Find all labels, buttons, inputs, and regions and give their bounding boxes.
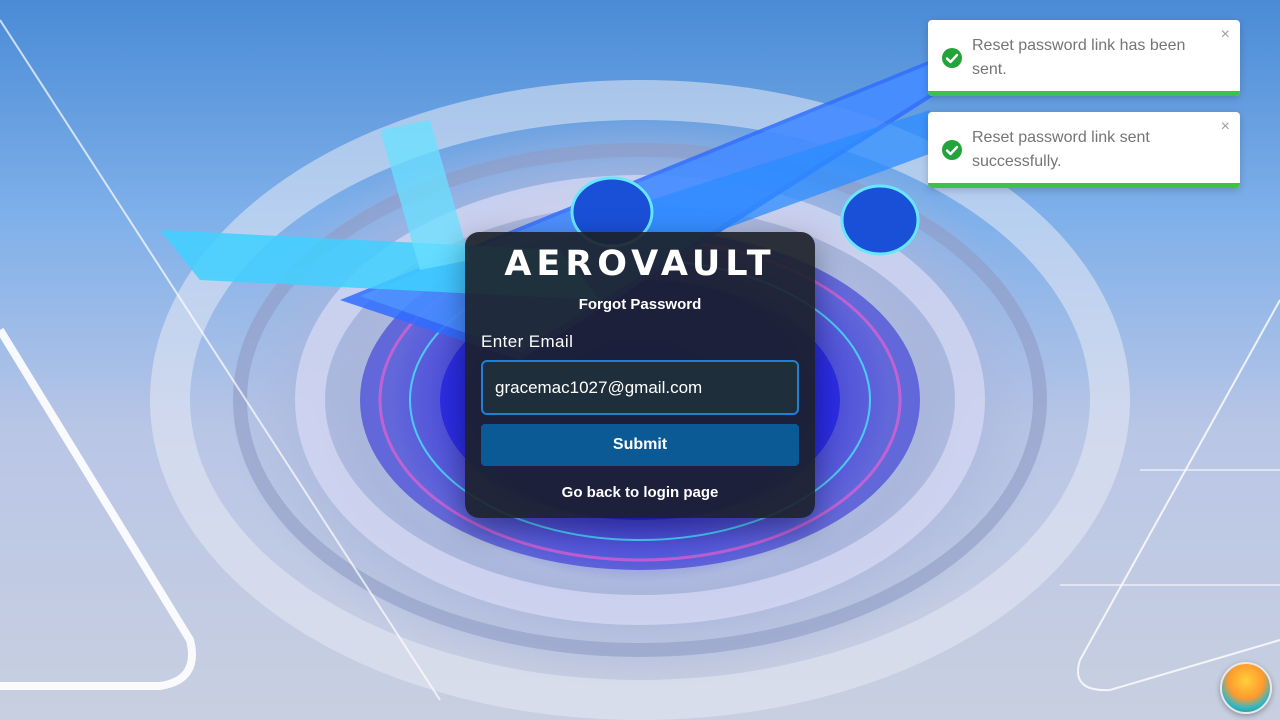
island-avatar-icon[interactable] [1220,662,1272,714]
toast-message: Reset password link sent successfully. [972,129,1150,170]
check-circle-icon [942,48,962,68]
close-icon[interactable]: × [1221,118,1230,136]
back-to-login-link[interactable]: Go back to login page [465,484,815,501]
toast-progress-bar [928,183,1240,188]
aerovault-logo: AEROVAULT [465,246,815,282]
page-title: Forgot Password [578,296,702,313]
submit-button[interactable]: Submit [481,424,799,466]
toast-notification: Reset password link sent successfully. × [928,112,1240,188]
brand-wordmark: AEROVAULT [504,244,776,284]
toast-progress-bar [928,91,1240,96]
forgot-password-card: AEROVAULT Forgot Password Enter Email Su… [465,232,815,518]
toast-message: Reset password link has been sent. [972,37,1186,78]
close-icon[interactable]: × [1221,26,1230,44]
toast-notification: Reset password link has been sent. × [928,20,1240,96]
check-circle-icon [942,140,962,160]
email-field[interactable] [481,360,799,415]
email-label: Enter Email [481,332,574,351]
